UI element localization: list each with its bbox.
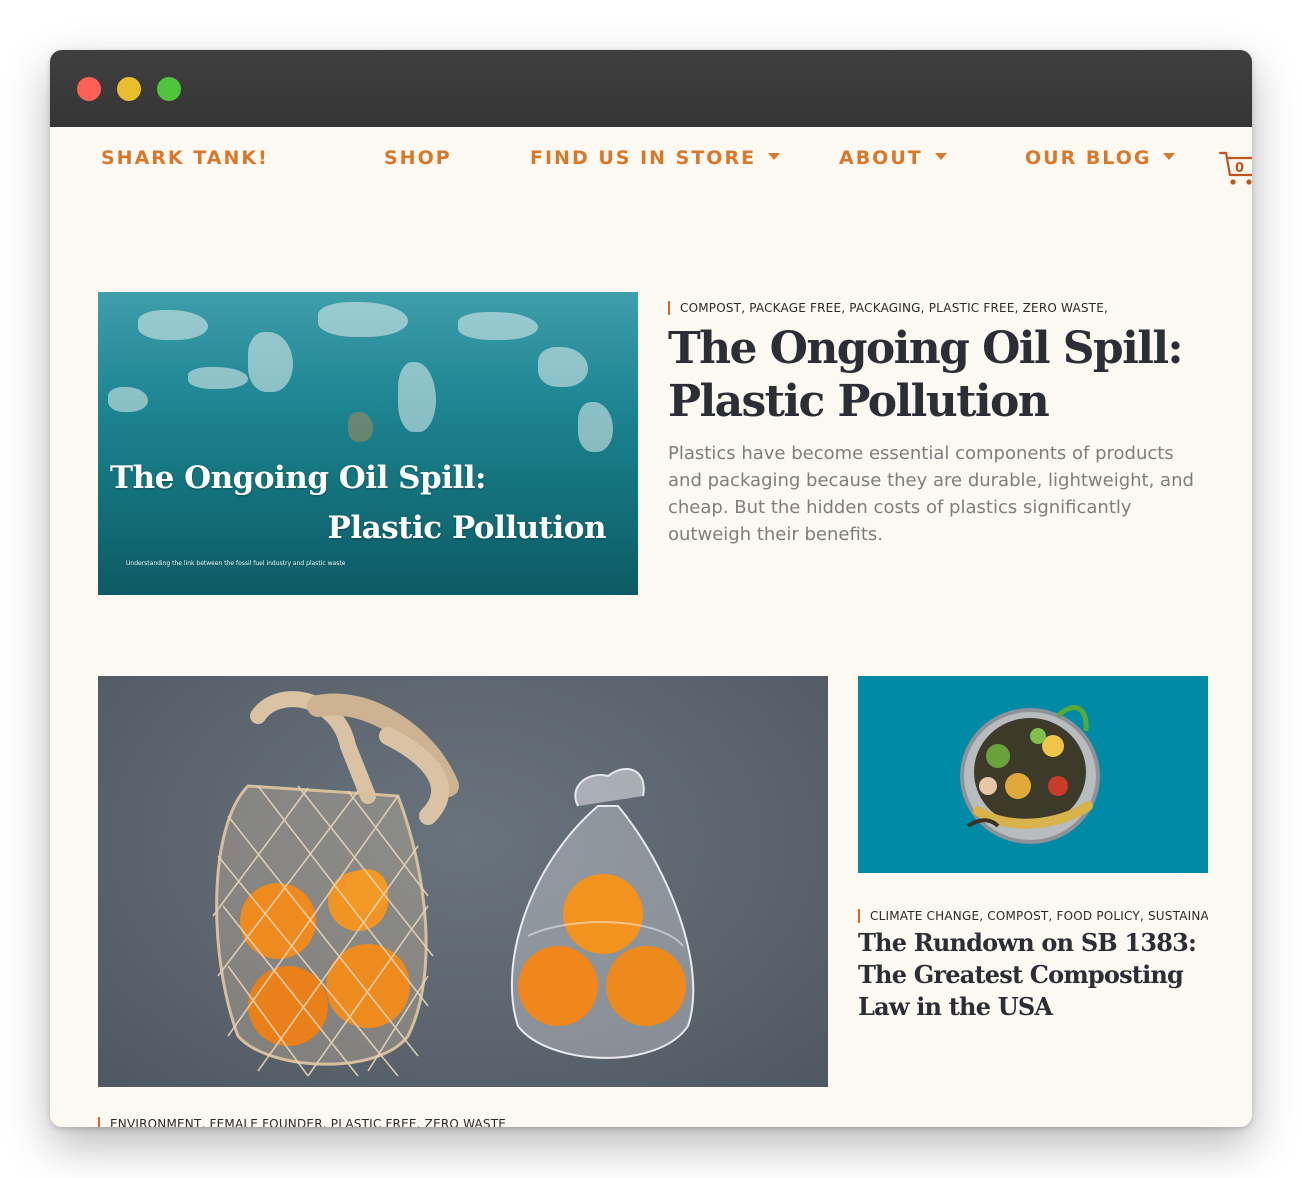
- compost-bowl-illustration: [960, 705, 1100, 844]
- window-titlebar: [50, 50, 1252, 127]
- plastic-debris: [458, 312, 538, 340]
- plastic-debris: [398, 362, 436, 432]
- plastic-debris: [538, 347, 588, 387]
- nav-about[interactable]: ABOUT: [839, 147, 947, 169]
- nav-label: ABOUT: [839, 147, 923, 169]
- second-post-title[interactable]: The Rundown on SB 1383: The Greatest Com…: [858, 927, 1208, 1023]
- plastic-debris: [578, 402, 613, 452]
- zoom-window-button[interactable]: [157, 77, 181, 101]
- nav-shark-tank[interactable]: SHARK TANK!: [101, 147, 269, 169]
- plastic-debris: [188, 367, 248, 389]
- minimize-window-button[interactable]: [117, 77, 141, 101]
- browser-window: SHARK TANK! SHOP FIND US IN STORE ABOUT …: [50, 50, 1252, 1127]
- featured-post-categories[interactable]: COMPOST, PACKAGE FREE, PACKAGING, PLASTI…: [668, 301, 1108, 315]
- image-caption-line-1: The Ongoing Oil Spill:: [110, 460, 487, 496]
- caret-down-icon: [1163, 153, 1176, 160]
- reusable-vs-plastic-bag-image[interactable]: [98, 676, 828, 1087]
- cart-count-badge: 0: [1235, 161, 1245, 176]
- featured-post-image[interactable]: The Ongoing Oil Spill: Plastic Pollution…: [98, 292, 638, 595]
- compost-bowl-image[interactable]: [858, 676, 1208, 873]
- featured-post-title[interactable]: The Ongoing Oil Spill: Plastic Pollution: [668, 322, 1228, 428]
- image-caption-line-2: Plastic Pollution: [327, 510, 607, 546]
- screenshot-stage: SHARK TANK! SHOP FIND US IN STORE ABOUT …: [0, 0, 1302, 1178]
- nav-shop[interactable]: SHOP: [384, 147, 452, 169]
- second-post-categories-container: CLIMATE CHANGE, COMPOST, FOOD POLICY, SU…: [858, 909, 1208, 925]
- image-caption-subtitle: Understanding the link between the fossi…: [126, 560, 346, 567]
- caret-down-icon: [768, 153, 781, 160]
- nav-label: SHOP: [384, 147, 452, 169]
- plastic-debris: [348, 412, 373, 442]
- nav-label: OUR BLOG: [1025, 147, 1152, 169]
- third-post-categories-container: ENVIRONMENT, FEMALE FOUNDER, PLASTIC FRE…: [98, 1117, 698, 1127]
- third-post-categories[interactable]: ENVIRONMENT, FEMALE FOUNDER, PLASTIC FRE…: [98, 1117, 506, 1127]
- bag-illustration: [212, 691, 695, 1077]
- nav-our-blog[interactable]: OUR BLOG: [1025, 147, 1176, 169]
- plastic-debris: [318, 302, 408, 337]
- close-window-button[interactable]: [77, 77, 101, 101]
- plastic-debris: [138, 310, 208, 340]
- nav-label: FIND US IN STORE: [530, 147, 757, 169]
- webpage: SHARK TANK! SHOP FIND US IN STORE ABOUT …: [50, 127, 1252, 1127]
- second-post-categories[interactable]: CLIMATE CHANGE, COMPOST, FOOD POLICY, SU…: [858, 909, 1208, 923]
- plastic-debris: [248, 332, 293, 392]
- caret-down-icon: [934, 153, 947, 160]
- featured-post-excerpt: Plastics have become essential component…: [668, 443, 1194, 545]
- nav-find-us-in-store[interactable]: FIND US IN STORE: [530, 147, 781, 169]
- plastic-debris: [108, 387, 148, 412]
- nav-label: SHARK TANK!: [101, 147, 269, 169]
